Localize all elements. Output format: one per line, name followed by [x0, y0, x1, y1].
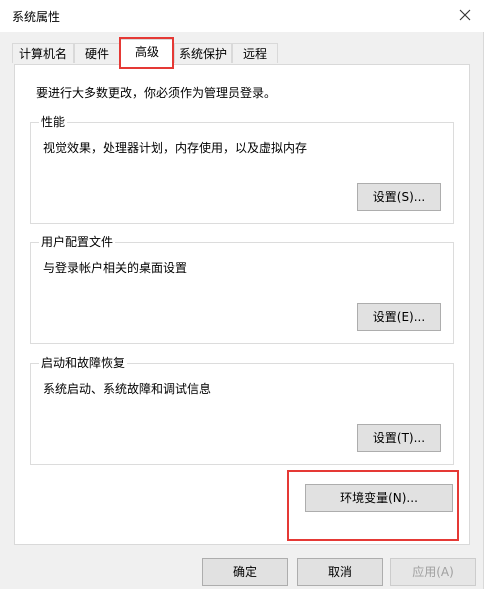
admin-note: 要进行大多数更改，你必须作为管理员登录。 — [36, 86, 277, 100]
tab-remote[interactable]: 远程 — [232, 43, 278, 63]
startup-recovery-description: 系统启动、系统故障和调试信息 — [43, 382, 212, 396]
startup-recovery-group-title: 启动和故障恢复 — [39, 355, 128, 371]
system-properties-dialog: 系统属性 计算机名 硬件 高级 系统保护 远程 要进行大多数更改，你必须作为管理… — [0, 0, 484, 589]
apply-button[interactable]: 应用(A) — [390, 558, 476, 586]
tab-computer-name[interactable]: 计算机名 — [12, 43, 74, 63]
close-icon — [459, 9, 471, 21]
performance-group-title: 性能 — [39, 114, 68, 130]
tab-system-protection[interactable]: 系统保护 — [174, 43, 232, 63]
performance-group: 性能 视觉效果，处理器计划，内存使用，以及虚拟内存 设置(S)... — [30, 114, 454, 224]
user-profiles-description: 与登录帐户相关的桌面设置 — [43, 261, 188, 275]
tab-hardware[interactable]: 硬件 — [74, 43, 120, 63]
cancel-button[interactable]: 取消 — [297, 558, 383, 586]
startup-recovery-group: 启动和故障恢复 系统启动、系统故障和调试信息 设置(T)... — [30, 355, 454, 465]
ok-button[interactable]: 确定 — [202, 558, 288, 586]
user-profiles-group-title: 用户配置文件 — [39, 234, 116, 250]
user-profiles-settings-button[interactable]: 设置(E)... — [357, 303, 441, 331]
startup-recovery-settings-button[interactable]: 设置(T)... — [357, 424, 441, 452]
environment-variables-button[interactable]: 环境变量(N)... — [305, 484, 453, 512]
window-title: 系统属性 — [12, 10, 61, 24]
title-bar: 系统属性 — [0, 0, 484, 32]
user-profiles-group: 用户配置文件 与登录帐户相关的桌面设置 设置(E)... — [30, 234, 454, 344]
close-button[interactable] — [450, 2, 480, 28]
performance-settings-button[interactable]: 设置(S)... — [357, 183, 441, 211]
performance-description: 视觉效果，处理器计划，内存使用，以及虚拟内存 — [43, 141, 308, 155]
tab-advanced[interactable]: 高级 — [120, 39, 174, 65]
